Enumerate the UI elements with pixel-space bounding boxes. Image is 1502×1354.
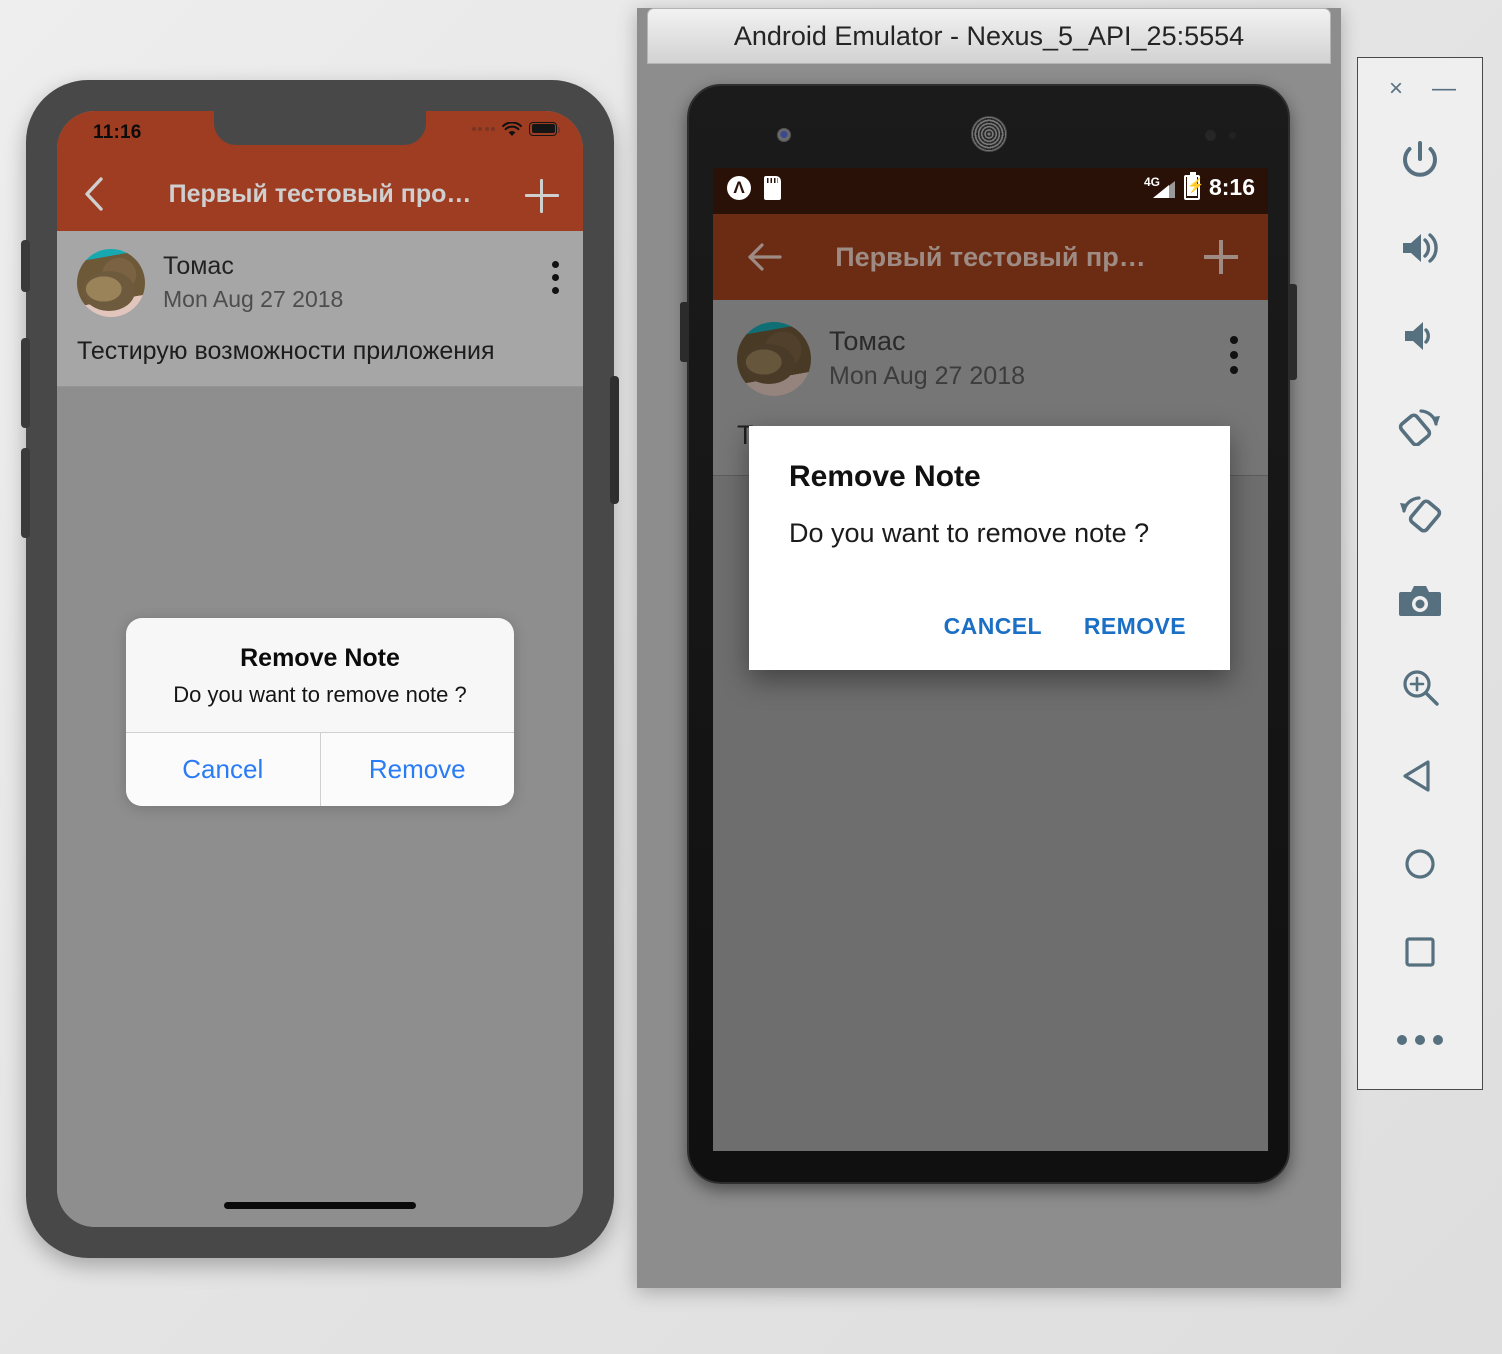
ios-status-clock: 11:16 [93, 122, 142, 143]
light-sensor-icon [1229, 132, 1236, 139]
iphone-silent-switch[interactable] [21, 240, 30, 292]
ios-cancel-button[interactable]: Cancel [126, 733, 320, 806]
front-camera-icon [777, 128, 791, 142]
nav-back-icon[interactable] [1357, 732, 1483, 820]
ios-alert-title: Remove Note [240, 644, 400, 672]
ios-status-bar: 11:16 [57, 111, 583, 157]
cat-avatar [737, 322, 811, 396]
proximity-sensor-icon [1205, 130, 1216, 141]
iphone-device-frame: 11:16 Первый тестовый про… Томас Mon Aug… [21, 80, 619, 1258]
app-badge-icon: Λ [727, 176, 751, 200]
android-status-bar: Λ 4G 8:16 [713, 168, 1268, 214]
emulator-side-toolbar: × — [1357, 57, 1483, 1090]
ios-signal-dots-icon [471, 126, 495, 131]
note-meta: Томас Mon Aug 27 2018 [829, 325, 1025, 392]
note-date: Mon Aug 27 2018 [829, 362, 1025, 391]
ios-status-right-icons [471, 121, 560, 136]
iphone-volume-down-button[interactable] [21, 448, 30, 538]
android-cancel-button[interactable]: CANCEL [940, 607, 1046, 646]
android-remove-button[interactable]: REMOVE [1080, 607, 1190, 646]
ios-alert-actions: Cancel Remove [126, 732, 514, 806]
wifi-icon [502, 121, 522, 136]
volume-up-icon[interactable] [1357, 204, 1483, 292]
emulator-title-bar[interactable]: Android Emulator - Nexus_5_API_25:5554 [647, 8, 1331, 64]
android-dialog-title: Remove Note [789, 460, 981, 493]
rotate-left-icon[interactable] [1357, 380, 1483, 468]
android-dialog-message: Do you want to remove note ? [789, 518, 1150, 548]
ios-page-title: Первый тестовый про… [168, 179, 472, 208]
android-status-clock: 8:16 [1208, 174, 1255, 200]
android-power-button[interactable] [1288, 284, 1297, 380]
zoom-in-icon[interactable] [1357, 644, 1483, 732]
emulator-window-title: Android Emulator - Nexus_5_API_25:5554 [733, 20, 1245, 51]
kebab-menu-icon[interactable] [1230, 336, 1238, 374]
android-alert-dialog: Remove Note Do you want to remove note ?… [749, 426, 1230, 670]
sd-card-icon [764, 176, 781, 200]
android-content-area: Томас Mon Aug 27 2018 Тестирую возможнос… [713, 300, 1268, 1151]
note-author: Томас [163, 251, 234, 280]
screenshot-camera-icon[interactable] [1357, 556, 1483, 644]
android-app-toolbar: Первый тестовый пр… [713, 214, 1268, 300]
note-list-item[interactable]: Томас Mon Aug 27 2018 Тестирую возможнос… [57, 231, 583, 387]
rotate-right-icon[interactable] [1357, 468, 1483, 556]
android-emulator-window: Android Emulator - Nexus_5_API_25:5554 Λ… [637, 8, 1341, 1288]
more-options-icon[interactable] [1357, 996, 1483, 1084]
iphone-notch [214, 111, 426, 145]
android-page-title: Первый тестовый пр… [835, 241, 1146, 272]
iphone-volume-up-button[interactable] [21, 338, 30, 428]
android-volume-button[interactable] [680, 302, 689, 362]
plus-icon[interactable] [525, 179, 559, 213]
android-dialog-actions: CANCEL REMOVE [789, 607, 1190, 646]
android-device-frame: Λ 4G 8:16 [680, 84, 1297, 1184]
nav-recents-icon[interactable] [1357, 908, 1483, 996]
ios-content-area: Томас Mon Aug 27 2018 Тестирую возможнос… [57, 231, 583, 1227]
note-author: Томас [829, 325, 906, 356]
plus-icon[interactable] [1204, 240, 1238, 274]
note-text: Тестирую возможности приложения [77, 337, 495, 365]
more-dots [1397, 1035, 1443, 1045]
iphone-power-button[interactable] [610, 376, 619, 504]
battery-charging-icon [1183, 172, 1200, 200]
ios-alert-message: Do you want to remove note ? [173, 682, 467, 707]
signal-bars-icon: 4G [1144, 175, 1175, 200]
nav-home-icon[interactable] [1357, 820, 1483, 908]
ios-alert-body: Remove Note Do you want to remove note ? [126, 618, 514, 732]
kebab-menu-icon[interactable] [552, 261, 559, 294]
android-status-notifications: Λ [727, 176, 781, 200]
android-status-right-icons: 4G 8:16 [1144, 172, 1255, 200]
ios-navigation-bar: Первый тестовый про… [57, 157, 583, 231]
emulator-window-buttons: × — [1383, 75, 1457, 102]
close-icon[interactable]: × [1383, 75, 1409, 102]
volume-down-icon[interactable] [1357, 292, 1483, 380]
earpiece-speaker-icon [970, 116, 1007, 152]
iphone-home-indicator[interactable] [224, 1202, 416, 1209]
ios-remove-button[interactable]: Remove [319, 733, 514, 806]
ios-screen: 11:16 Первый тестовый про… Томас Mon Aug… [57, 111, 583, 1227]
ios-alert-dialog: Remove Note Do you want to remove note ?… [126, 618, 514, 806]
battery-icon [529, 121, 560, 136]
note-date: Mon Aug 27 2018 [163, 286, 344, 313]
screenshot-root: 11:16 Первый тестовый про… Томас Mon Aug… [0, 0, 1502, 1354]
cat-avatar [77, 249, 145, 317]
android-screen: Λ 4G 8:16 [713, 168, 1268, 1151]
note-meta: Томас Mon Aug 27 2018 [163, 251, 344, 314]
minimize-icon[interactable]: — [1431, 75, 1457, 102]
note-header: Томас Mon Aug 27 2018 [737, 322, 1244, 396]
power-icon[interactable] [1357, 116, 1483, 204]
note-header: Томас Mon Aug 27 2018 [77, 249, 563, 317]
